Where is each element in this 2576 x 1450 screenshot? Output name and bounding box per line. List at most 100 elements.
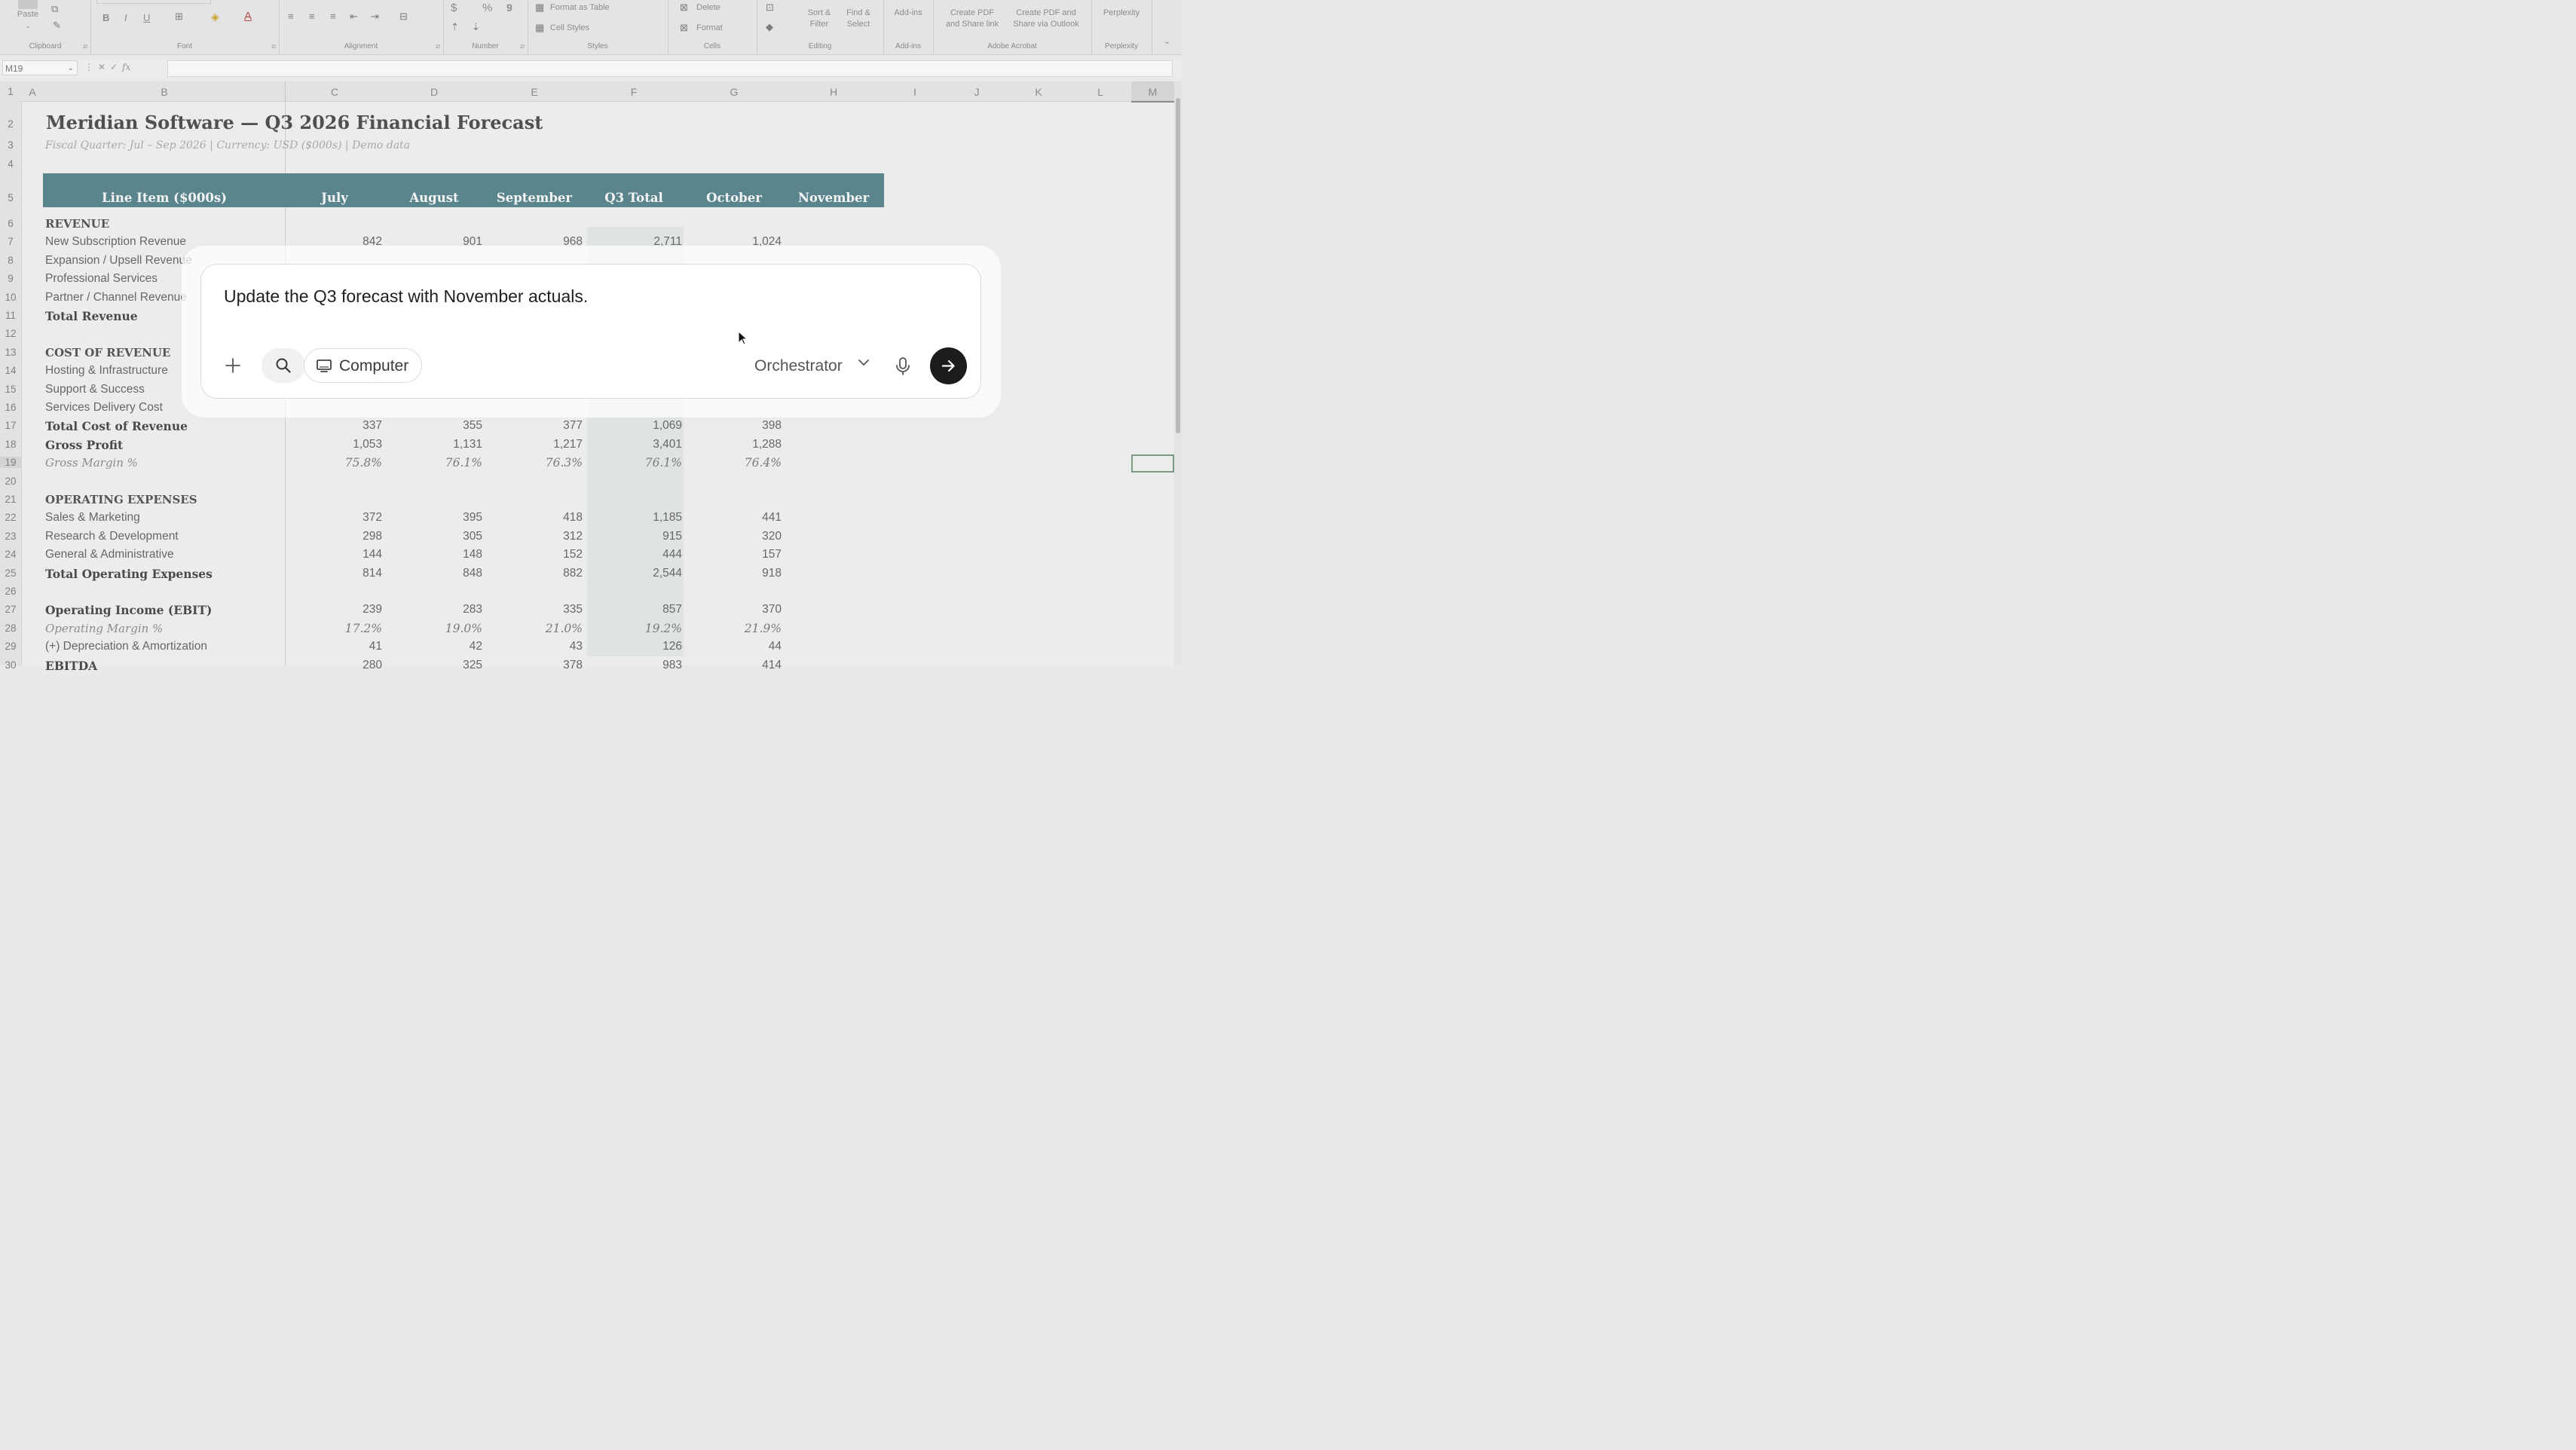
row-header[interactable]: 24 (0, 549, 21, 560)
column-header[interactable]: L (1069, 81, 1131, 101)
row-header[interactable]: 19 (0, 457, 21, 469)
vertical-scrollbar-thumb[interactable] (1176, 98, 1180, 433)
value-cell[interactable]: 372 (299, 511, 382, 525)
row-header[interactable]: 7 (0, 236, 21, 247)
format-button[interactable]: Format (696, 23, 723, 32)
column-header[interactable]: G (686, 81, 782, 101)
align-center-icon[interactable]: ≡ (309, 11, 315, 22)
value-cell[interactable]: 21.0% (500, 622, 583, 635)
clear-icon[interactable]: ◆ (766, 21, 773, 33)
name-box[interactable]: M19 ⌄ (2, 60, 78, 75)
collapse-ribbon-icon[interactable]: ⌄ (1164, 36, 1170, 46)
header-august[interactable]: August (386, 191, 482, 205)
header-september[interactable]: September (486, 191, 583, 205)
gross-profit-label[interactable]: Gross Profit (45, 438, 123, 452)
value-cell[interactable]: 918 (699, 567, 782, 580)
value-cell[interactable]: 76.1% (399, 456, 482, 470)
row-header[interactable]: 28 (0, 623, 21, 634)
row-header[interactable]: 17 (0, 420, 21, 431)
font-color-button[interactable]: A (244, 10, 252, 23)
value-cell[interactable]: 325 (399, 659, 482, 672)
line-item-label[interactable]: Partner / Channel Revenue (45, 291, 187, 304)
perplexity-button[interactable]: Perplexity (1094, 8, 1149, 19)
create-pdf-outlook-button[interactable]: Create PDF and Share via Outlook (1008, 8, 1084, 30)
row-header[interactable]: 16 (0, 402, 21, 413)
row-header[interactable]: 13 (0, 347, 21, 358)
total-cor-label[interactable]: Total Cost of Revenue (45, 419, 188, 433)
line-item-label[interactable]: Research & Development (45, 530, 179, 543)
header-july[interactable]: July (286, 191, 383, 205)
increase-indent-icon[interactable]: ⇥ (371, 11, 379, 23)
underline-button[interactable]: U (143, 12, 150, 23)
row-header[interactable]: 14 (0, 365, 21, 376)
value-cell[interactable]: 1,288 (699, 438, 782, 451)
format-painter-icon[interactable]: ✎ (53, 20, 61, 32)
value-cell[interactable]: 44 (699, 640, 782, 653)
value-cell[interactable]: 43 (500, 640, 583, 653)
value-cell[interactable]: 444 (599, 548, 682, 561)
row-header[interactable]: 29 (0, 641, 21, 652)
value-cell[interactable]: 2,544 (599, 567, 682, 580)
value-cell[interactable]: 298 (299, 530, 382, 543)
decrease-decimal-icon[interactable]: ⇣ (472, 21, 480, 33)
column-header[interactable]: C (286, 81, 383, 101)
value-cell[interactable]: 76.4% (699, 456, 782, 470)
create-pdf-share-link-button[interactable]: Create PDF and Share link (942, 8, 1002, 30)
send-button[interactable] (930, 347, 967, 384)
column-header[interactable]: H (785, 81, 882, 101)
line-item-label[interactable]: General & Administrative (45, 548, 174, 561)
value-cell[interactable]: 239 (299, 603, 382, 616)
increase-decimal-icon[interactable]: ⇡ (451, 21, 459, 33)
row-header[interactable]: 26 (0, 586, 21, 597)
currency-button[interactable]: $ (451, 2, 457, 14)
value-cell[interactable]: 848 (399, 567, 482, 580)
line-item-label[interactable]: Sales & Marketing (45, 511, 140, 525)
ebit-label[interactable]: Operating Income (EBIT) (45, 603, 212, 617)
value-cell[interactable]: 1,217 (500, 438, 583, 451)
row-header[interactable]: 2 (0, 118, 21, 130)
fill-color-icon[interactable]: ◈ (211, 11, 219, 23)
value-cell[interactable]: 1,185 (599, 511, 682, 525)
value-cell[interactable]: 280 (299, 659, 382, 672)
line-item-label[interactable]: Expansion / Upsell Revenue (45, 254, 192, 268)
row-header[interactable]: 8 (0, 255, 21, 266)
value-cell[interactable]: 377 (500, 419, 583, 433)
column-header[interactable]: A (21, 81, 44, 101)
dialog-launcher-icon[interactable]: ⧄ (271, 42, 276, 50)
value-cell[interactable]: 157 (699, 548, 782, 561)
row-header[interactable]: 3 (0, 139, 21, 151)
value-cell[interactable]: 75.8% (299, 456, 382, 470)
value-cell[interactable]: 395 (399, 511, 482, 525)
row-header[interactable]: 20 (0, 476, 21, 487)
dialog-launcher-icon[interactable]: ⧄ (83, 42, 87, 50)
row-header[interactable]: 9 (0, 273, 21, 284)
value-cell[interactable]: 312 (500, 530, 583, 543)
header-november[interactable]: November (785, 191, 882, 205)
value-cell[interactable]: 882 (500, 567, 583, 580)
cell-styles-button[interactable]: Cell Styles (550, 23, 589, 32)
value-cell[interactable]: 414 (699, 659, 782, 672)
row-header[interactable]: 25 (0, 567, 21, 579)
insert-function-button[interactable]: fx (122, 62, 130, 72)
value-cell[interactable]: 19.0% (399, 622, 482, 635)
value-cell[interactable]: 378 (500, 659, 583, 672)
depreciation-label[interactable]: (+) Depreciation & Amortization (45, 640, 207, 653)
paste-button[interactable]: Paste ⌄ (11, 0, 45, 32)
value-cell[interactable]: 144 (299, 548, 382, 561)
line-item-label[interactable]: Services Delivery Cost (45, 401, 163, 415)
operating-margin-label[interactable]: Operating Margin % (45, 622, 163, 635)
add-ins-button[interactable]: Add-ins (888, 8, 929, 19)
borders-icon[interactable]: ⊞ (175, 11, 183, 23)
computer-mode-button[interactable]: Computer (304, 348, 422, 383)
header-q3-total[interactable]: Q3 Total (586, 191, 682, 205)
value-cell[interactable]: 3,401 (599, 438, 682, 451)
format-as-table-button[interactable]: Format as Table (550, 3, 610, 12)
total-opex-label[interactable]: Total Operating Expenses (45, 567, 213, 581)
row-header[interactable]: 15 (0, 384, 21, 395)
value-cell[interactable]: 19.2% (599, 622, 682, 635)
column-header[interactable]: I (884, 81, 946, 101)
value-cell[interactable]: 320 (699, 530, 782, 543)
row-header[interactable]: 27 (0, 604, 21, 615)
row-header[interactable]: 10 (0, 292, 21, 303)
align-left-icon[interactable]: ≡ (288, 11, 294, 22)
